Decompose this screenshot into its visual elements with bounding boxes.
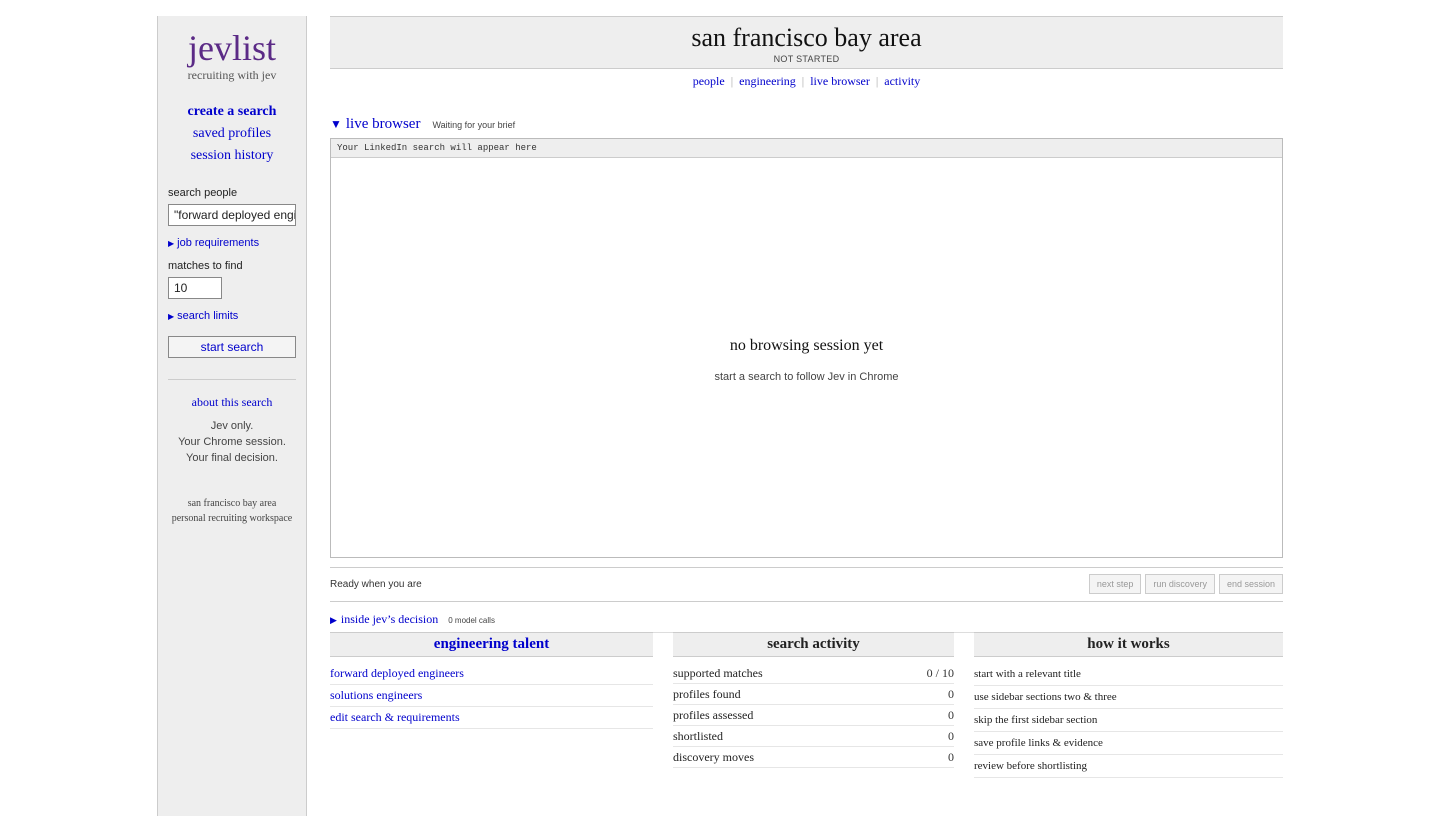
live-browser-title: live browser [345,116,421,132]
search-limits-toggle[interactable]: ▶ search limits [168,310,296,322]
start-search-button[interactable]: start search [168,336,296,358]
status-text: Ready when you are [330,579,422,590]
search-activity-panel: search activity supported matches 0 / 10 … [673,632,954,768]
status-badge: NOT STARTED [773,54,840,64]
triangle-right-icon: ▶ [168,312,175,321]
about-line: Your Chrome session. [178,436,286,448]
talent-link-solutions[interactable]: solutions engineers [330,685,653,707]
talent-link-edit[interactable]: edit search & requirements [330,707,653,729]
search-people-label: search people [168,187,238,199]
about-line: Jev only. [210,420,254,432]
sidebar-item-create-search[interactable]: create a search [158,101,306,123]
sidebar-nav: create a search saved profiles session h… [158,101,306,167]
matches-label: matches to find [168,260,243,272]
activity-value: 0 [948,729,954,743]
how-step: skip the first sidebar section [974,709,1283,732]
activity-label: shortlisted [673,729,723,743]
live-browser-header[interactable]: ▼ live browser Waiting for your brief [330,115,1283,133]
empty-state-subtitle: start a search to follow Jev in Chrome [714,371,899,383]
how-it-works-title: how it works [974,632,1283,657]
footer-line: san francisco bay area [187,498,277,509]
sidebar-divider [168,379,296,380]
how-step: save profile links & evidence [974,732,1283,755]
session-status-bar: Ready when you are next step run discover… [330,567,1283,602]
tagline: recruiting with jev [187,68,277,82]
logo[interactable]: jevlist [158,28,306,68]
empty-state-title: no browsing session yet [729,337,884,354]
about-line: Your final decision. [186,452,278,464]
how-it-works-panel: how it works start with a relevant title… [974,632,1283,778]
search-activity-title: search activity [673,632,954,657]
next-step-button[interactable]: next step [1088,574,1142,594]
sidebar: jevlist recruiting with jev create a sea… [157,16,307,816]
run-discovery-button[interactable]: run discovery [1145,574,1215,594]
activity-label: supported matches [673,666,763,680]
activity-row: profiles found 0 [673,684,954,705]
activity-row: discovery moves 0 [673,747,954,768]
activity-label: profiles assessed [673,708,754,722]
activity-label: profiles found [673,687,741,701]
browser-address-bar: Your LinkedIn search will appear here [331,139,1282,158]
decision-note: 0 model calls [448,616,495,625]
search-limits-label: search limits [177,310,239,322]
footer-line: personal recruiting workspace [171,513,293,524]
activity-value: 0 / 10 [926,666,954,680]
activity-label: discovery moves [673,750,754,764]
live-browser-note: Waiting for your brief [432,120,516,130]
engineering-talent-title[interactable]: engineering talent [330,632,653,657]
triangle-right-icon: ▶ [330,615,337,625]
live-browser-panel: Your LinkedIn search will appear here no… [330,138,1283,558]
how-step: use sidebar sections two & three [974,686,1283,709]
talent-link-fde[interactable]: forward deployed engineers [330,663,653,685]
activity-row: profiles assessed 0 [673,705,954,726]
nav-activity[interactable]: activity [878,74,926,89]
job-requirements-toggle[interactable]: ▶ job requirements [168,237,296,249]
how-step: review before shortlisting [974,755,1283,778]
triangle-down-icon: ▼ [330,117,342,131]
nav-live-browser[interactable]: live browser [804,74,876,89]
sidebar-footer: san francisco bay area personal recruiti… [158,496,306,526]
triangle-right-icon: ▶ [168,239,175,248]
sidebar-item-session-history[interactable]: session history [158,145,306,167]
about-lines: Jev only. Your Chrome session. Your fina… [158,418,306,466]
nav-people[interactable]: people [687,74,731,89]
sidebar-item-saved-profiles[interactable]: saved profiles [158,123,306,145]
engineering-talent-panel: engineering talent forward deployed engi… [330,632,653,729]
about-search-link[interactable]: about this search [158,395,306,410]
search-form: search people "forward deployed engine ▶… [158,187,306,358]
matches-input[interactable]: 10 [168,277,222,299]
page-header: san francisco bay area NOT STARTED [330,16,1283,69]
search-people-input[interactable]: "forward deployed engine [168,204,296,226]
page-title: san francisco bay area [691,23,922,52]
session-controls: next step run discovery end session [1085,574,1283,594]
top-nav: people | engineering | live browser | activity [330,74,1283,89]
activity-value: 0 [948,750,954,764]
end-session-button[interactable]: end session [1218,574,1283,594]
activity-row: supported matches 0 / 10 [673,663,954,684]
how-step: start with a relevant title [974,663,1283,686]
activity-value: 0 [948,708,954,722]
decision-title: inside jev’s decision [340,612,439,626]
main-content: san francisco bay area NOT STARTED peopl… [330,16,1283,633]
activity-row: shortlisted 0 [673,726,954,747]
nav-engineering[interactable]: engineering [733,74,802,89]
activity-value: 0 [948,687,954,701]
job-requirements-label: job requirements [177,237,260,249]
decision-header[interactable]: ▶ inside jev’s decision 0 model calls [330,610,1283,633]
